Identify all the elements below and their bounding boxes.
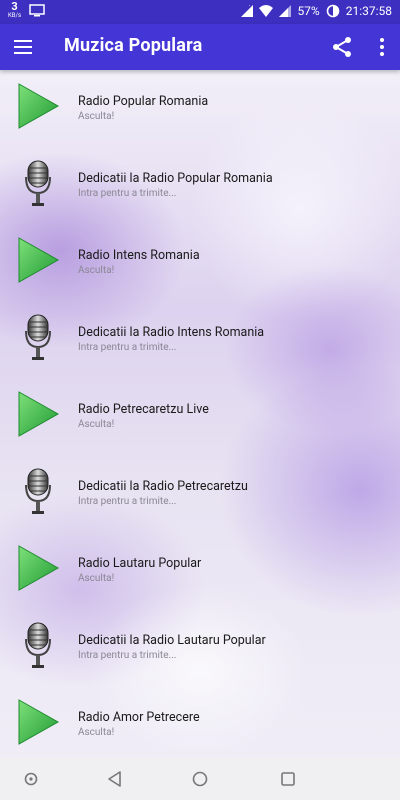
microphone-icon — [25, 622, 51, 668]
item-title: Radio Intens Romania — [78, 248, 200, 263]
wifi-icon — [259, 5, 274, 17]
item-subtitle: Asculta! — [78, 265, 115, 276]
list-item[interactable]: Dedicatii la Radio Lautaru Popular Intra… — [0, 609, 400, 686]
item-subtitle: Asculta! — [78, 111, 115, 122]
item-title: Radio Amor Petrecere — [78, 710, 200, 725]
more-options-button[interactable] — [376, 36, 388, 58]
station-list: Radio Popular Romania Asculta! Dedicatii… — [0, 70, 400, 758]
play-icon — [18, 699, 60, 745]
microphone-icon — [25, 468, 51, 514]
overflow-dot — [380, 45, 384, 49]
system-nav-bar — [0, 758, 400, 800]
back-icon[interactable] — [104, 768, 126, 790]
list-item[interactable]: Radio Amor Petrecere Asculta! — [0, 686, 400, 763]
item-title: Radio Petrecaretzu Live — [78, 402, 209, 417]
network-speed-value: 3 — [11, 0, 18, 13]
play-icon — [18, 83, 60, 129]
item-title: Radio Popular Romania — [78, 94, 209, 109]
list-item[interactable]: Dedicatii la Radio Popular Romania Intra… — [0, 147, 400, 224]
app-title: Muzica Populara — [64, 35, 203, 56]
battery-icon — [326, 4, 340, 18]
status-left: 3 KB/s — [8, 0, 45, 20]
share-icon[interactable] — [330, 35, 354, 59]
status-bar: 3 KB/s 57% 21:37:58 — [0, 0, 400, 24]
list-item[interactable]: Radio Lautaru Popular Asculta! — [0, 532, 400, 609]
hamburger-icon-line — [14, 40, 32, 42]
screen: 3 KB/s 57% 21:37:58 Muzica Populara Radi… — [0, 0, 400, 800]
clock: 21:37:58 — [345, 4, 392, 18]
item-title: Dedicatii la Radio Intens Romania — [78, 325, 265, 340]
item-subtitle: Asculta! — [78, 419, 115, 430]
status-right: 57% 21:37:58 — [241, 4, 392, 18]
item-subtitle: Intra pentru a trimite... — [78, 650, 177, 661]
battery-percent: 57% — [297, 4, 320, 18]
hamburger-icon-line — [14, 52, 32, 54]
list-item[interactable]: Dedicatii la Radio Petrecaretzu Intra pe… — [0, 455, 400, 532]
play-icon — [18, 237, 60, 283]
assistant-dot-icon[interactable] — [20, 768, 42, 790]
list-item[interactable]: Dedicatii la Radio Intens Romania Intra … — [0, 301, 400, 378]
item-subtitle: Intra pentru a trimite... — [78, 496, 177, 507]
hamburger-icon-line — [14, 46, 32, 48]
item-subtitle: Asculta! — [78, 727, 115, 738]
screen-cast-icon — [29, 4, 45, 17]
list-item[interactable]: Radio Intens Romania Asculta! — [0, 224, 400, 301]
item-title: Dedicatii la Radio Lautaru Popular — [78, 633, 266, 648]
recents-icon[interactable] — [277, 768, 299, 790]
item-title: Dedicatii la Radio Popular Romania — [78, 171, 273, 186]
home-icon[interactable] — [189, 768, 211, 790]
microphone-icon — [25, 160, 51, 206]
item-title: Dedicatii la Radio Petrecaretzu — [78, 479, 248, 494]
item-subtitle: Intra pentru a trimite... — [78, 342, 177, 353]
menu-button[interactable] — [14, 36, 36, 58]
play-icon — [18, 545, 60, 591]
network-speed: 3 KB/s — [8, 0, 22, 20]
cellular-signal-icon — [241, 5, 254, 17]
item-subtitle: Intra pentru a trimite... — [78, 188, 177, 199]
app-bar: Muzica Populara — [0, 24, 400, 70]
item-subtitle: Asculta! — [78, 573, 115, 584]
item-title: Radio Lautaru Popular — [78, 556, 202, 571]
overflow-dot — [380, 52, 384, 56]
list-item[interactable]: Radio Popular Romania Asculta! — [0, 70, 400, 147]
microphone-icon — [25, 314, 51, 360]
overflow-dot — [380, 38, 384, 42]
network-speed-unit: KB/s — [8, 12, 22, 19]
play-icon — [18, 391, 60, 437]
list-item[interactable]: Radio Petrecaretzu Live Asculta! — [0, 378, 400, 455]
signal-strength-icon — [279, 5, 292, 17]
